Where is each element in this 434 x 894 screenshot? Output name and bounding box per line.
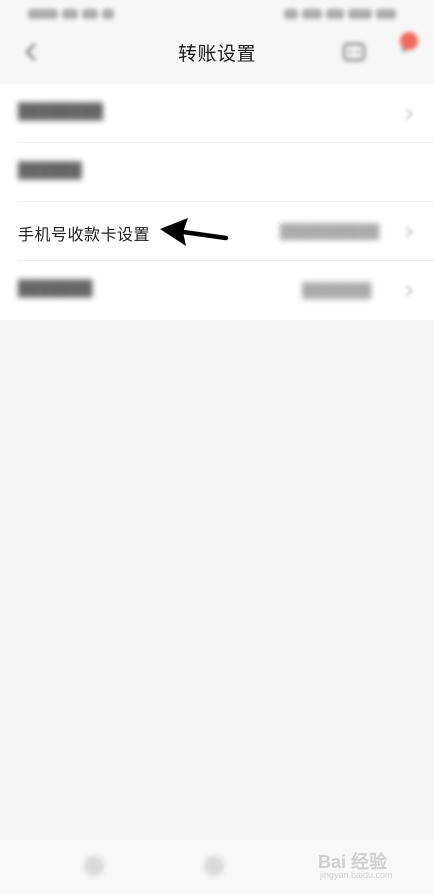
page-title: 转账设置: [177, 44, 256, 65]
settings-row-label: 手机号收款卡设置: [18, 227, 151, 244]
navigation-bar: 转账设置: [0, 26, 434, 78]
settings-row-value: ███████: [302, 282, 372, 298]
bottom-nav-icon[interactable]: [84, 856, 104, 876]
settings-row-label: ████████: [18, 103, 104, 120]
settings-row-4[interactable]: ███████ ███████: [0, 261, 434, 320]
settings-row-1[interactable]: ████████: [0, 84, 434, 143]
settings-row-label: ██████: [18, 162, 82, 179]
settings-row-2[interactable]: ██████: [0, 143, 434, 202]
chevron-right-icon: [405, 226, 414, 238]
settings-row-value: ██████████: [280, 223, 380, 239]
status-bar-left: [28, 5, 138, 19]
chevron-right-icon: [405, 285, 414, 297]
bottom-nav-icon[interactable]: [204, 856, 224, 876]
status-bar-right: [284, 5, 412, 19]
customer-service-icon[interactable]: [340, 38, 368, 66]
more-menu-icon[interactable]: [392, 28, 422, 58]
phone-screen: 转账设置 ████████ ██████ 手机号收款卡设置 ██████████: [0, 0, 434, 894]
settings-list: ████████ ██████ 手机号收款卡设置 ██████████ ████…: [0, 84, 434, 320]
chevron-right-icon: [405, 108, 414, 120]
baidu-jingyan-watermark: Bai 经验 jingyan.baidu.com: [318, 846, 430, 886]
settings-row-label: ███████: [18, 280, 93, 297]
status-bar: [0, 0, 434, 26]
watermark-subtext: jingyan.baidu.com: [320, 870, 393, 880]
annotation-arrow-icon: [160, 218, 229, 246]
